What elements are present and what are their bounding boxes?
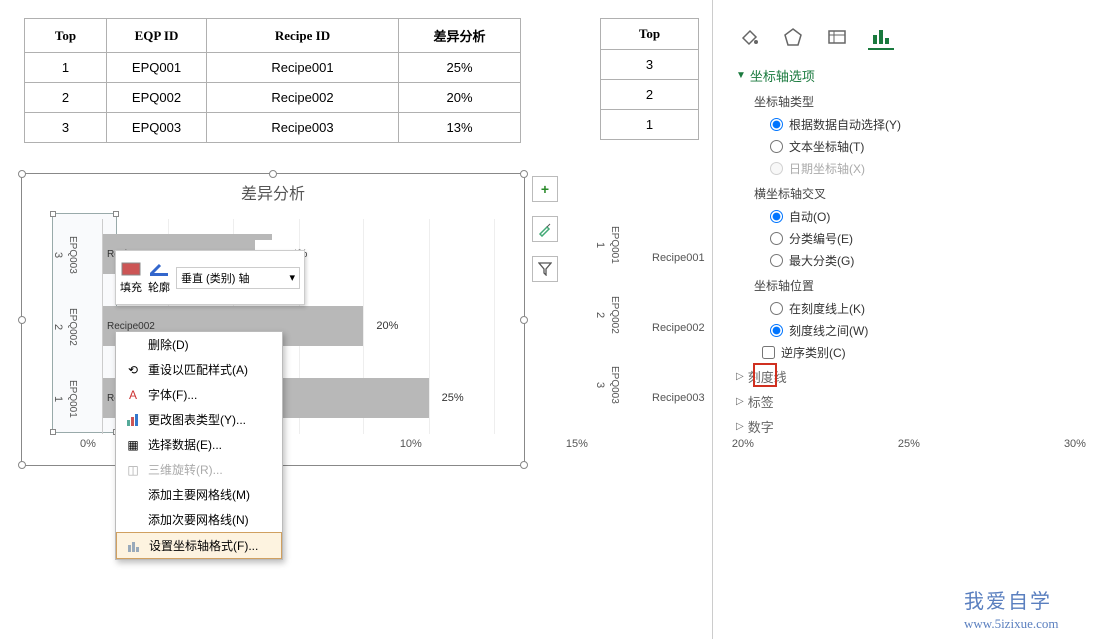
ctx-change-chart-type[interactable]: 更改图表类型(Y)...: [116, 407, 282, 432]
chart-type-icon: [124, 412, 142, 428]
th-recipe: Recipe ID: [207, 19, 399, 53]
table-row: 1: [601, 110, 699, 140]
mini-format-toolbar: 填充 轮廓 垂直 (类别) 轴 ▾: [115, 250, 305, 305]
format-axis-panel: x ▼坐标轴选项 坐标轴类型 根据数据自动选择(Y) 文本坐标轴(T) 日期坐标…: [736, 0, 1106, 442]
pentagon-icon: [782, 26, 804, 48]
paint-bucket-icon: [738, 26, 760, 48]
bar-chart-icon: [870, 25, 892, 47]
table-row: 3: [601, 50, 699, 80]
radio-cat-number[interactable]: 分类编号(E): [770, 230, 1106, 247]
th-eqp: EQP ID: [107, 19, 207, 53]
ctx-add-minor-grid[interactable]: 添加次要网格线(N): [116, 507, 282, 532]
ctx-3d-rotate: ◫三维旋转(R)...: [116, 457, 282, 482]
ctx-add-major-grid[interactable]: 添加主要网格线(M): [116, 482, 282, 507]
table-row: 2: [601, 80, 699, 110]
rotate-3d-icon: ◫: [124, 462, 142, 478]
section-number[interactable]: ▷数字: [736, 417, 1106, 436]
outline-button[interactable]: 轮廓: [148, 261, 170, 295]
panel-divider[interactable]: [712, 0, 713, 639]
table-row: 3EPQ003Recipe00313%: [25, 113, 521, 143]
check-reverse-categories[interactable]: 逆序类别(C): [762, 344, 1106, 361]
size-icon: [826, 26, 848, 48]
font-icon: A: [124, 387, 142, 403]
axis-options-tab[interactable]: [868, 24, 894, 50]
ctx-select-data[interactable]: ▦选择数据(E)...: [116, 432, 282, 457]
fill-line-tab[interactable]: [736, 24, 762, 50]
effects-tab[interactable]: [780, 24, 806, 50]
section-axis-options[interactable]: ▼坐标轴选项: [736, 66, 1106, 85]
right-chart-partial: 1EPQ001 Recipe001 2EPQ002 Recipe002 3EPQ…: [594, 210, 709, 430]
select-data-icon: ▦: [124, 437, 142, 453]
section-ticks[interactable]: ▷刻度线: [736, 367, 1106, 386]
top-table-right: Top 3 2 1: [600, 18, 699, 140]
radio-text-axis[interactable]: 文本坐标轴(T): [770, 138, 1106, 155]
outline-icon: [148, 261, 170, 277]
ctx-format-axis[interactable]: 设置坐标轴格式(F)...: [116, 532, 282, 559]
radio-max-cat[interactable]: 最大分类(G): [770, 252, 1106, 269]
th-diff: 差异分析: [399, 19, 521, 53]
hcross-label: 横坐标轴交叉: [754, 185, 1106, 202]
radio-between-tick[interactable]: 刻度线之间(W): [770, 322, 1106, 339]
axis-pos-label: 坐标轴位置: [754, 277, 1106, 294]
section-labels[interactable]: ▷标签: [736, 392, 1106, 411]
filter-icon: [538, 262, 552, 276]
chart-title: 差异分析: [22, 180, 524, 204]
table-row: 2EPQ002Recipe00220%: [25, 83, 521, 113]
radio-auto-select[interactable]: 根据数据自动选择(Y): [770, 116, 1106, 133]
axis-type-label: 坐标轴类型: [754, 93, 1106, 110]
diff-analysis-table: Top EQP ID Recipe ID 差异分析 1EPQ001Recipe0…: [24, 18, 521, 143]
th-top: Top: [25, 19, 107, 53]
radio-on-tick[interactable]: 在刻度线上(K): [770, 300, 1106, 317]
radio-date-axis: 日期坐标轴(X): [770, 160, 1106, 177]
watermark: 我爱自学 www.5izixue.com: [964, 585, 1058, 632]
chart-style-brush-button[interactable]: [532, 216, 558, 242]
format-axis-icon: [125, 538, 143, 554]
ctx-reset-style[interactable]: ⟲重设以匹配样式(A): [116, 357, 282, 382]
fill-icon: [120, 261, 142, 277]
ctx-font[interactable]: A字体(F)...: [116, 382, 282, 407]
size-properties-tab[interactable]: [824, 24, 850, 50]
chevron-down-icon: ▾: [289, 271, 295, 284]
annotation-highlight-box: [753, 363, 777, 387]
table-row: 1EPQ001Recipe00125%: [25, 53, 521, 83]
brush-icon: [537, 221, 553, 237]
reset-icon: ⟲: [124, 362, 142, 378]
th-top2: Top: [601, 19, 699, 50]
ctx-delete[interactable]: 删除(D): [116, 332, 282, 357]
radio-hcross-auto[interactable]: 自动(O): [770, 208, 1106, 225]
axis-context-menu: 删除(D) ⟲重设以匹配样式(A) A字体(F)... 更改图表类型(Y)...…: [115, 331, 283, 560]
axis-selector-dropdown[interactable]: 垂直 (类别) 轴 ▾: [176, 267, 300, 289]
fill-button[interactable]: 填充: [120, 261, 142, 295]
chart-add-element-button[interactable]: +: [532, 176, 558, 202]
chart-filter-button[interactable]: [532, 256, 558, 282]
